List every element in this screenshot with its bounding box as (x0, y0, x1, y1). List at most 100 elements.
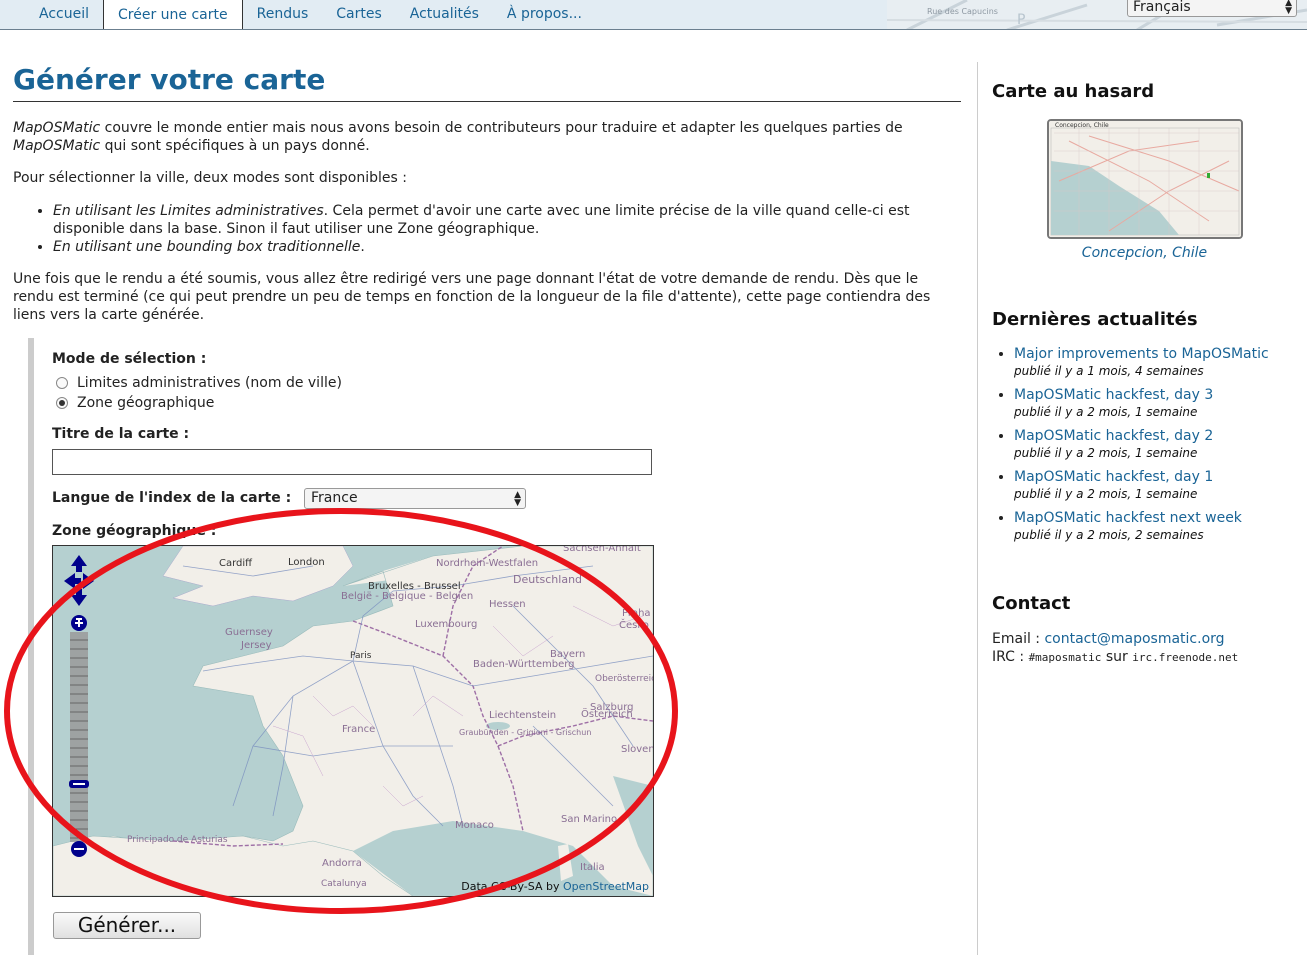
map-label: Česko (619, 620, 649, 631)
map-label: Monaco (455, 820, 494, 831)
tab-a-propos[interactable]: À propos... (493, 0, 596, 29)
radio-zone-label: Zone géographique (77, 395, 215, 411)
main-content: Générer votre carte MapOSMatic couvre le… (13, 60, 961, 323)
mode1-em: En utilisant les Limites administratives (53, 203, 324, 219)
map-viewport[interactable]: Cardiff London Bruxelles - Brussel Belgi… (52, 545, 654, 897)
thumbnail-map: Concepcion, Chile (1049, 121, 1241, 237)
title-input[interactable] (52, 449, 652, 475)
map-label: Andorra (322, 858, 362, 869)
radio-zone-row[interactable]: Zone géographique (56, 395, 214, 411)
mode-label: Mode de sélection : (52, 351, 207, 367)
mode2-em: En utilisant une bounding box traditionn… (53, 239, 361, 255)
map-label: Principado de Asturias (127, 835, 228, 845)
radio-zone[interactable] (56, 397, 68, 409)
intro-paragraph-3: Une fois que le rendu a été soumis, vous… (13, 271, 931, 323)
map-label: Cardiff (219, 558, 253, 569)
news-link[interactable]: MapOSMatic hackfest next week (1014, 510, 1297, 527)
radio-admin-row[interactable]: Limites administratives (nom de ville) (56, 375, 342, 391)
email-label: Email : (992, 631, 1045, 647)
random-map-heading: Carte au hasard (992, 81, 1155, 102)
list-item: En utilisant les Limites administratives… (53, 202, 961, 238)
select-arrows-icon: ▲ ▼ (1285, 0, 1292, 16)
map-label: France (342, 724, 376, 735)
news-link[interactable]: MapOSMatic hackfest, day 2 (1014, 428, 1297, 445)
intro-end: qui sont spécifiques à un pays donné. (100, 138, 370, 154)
news-date: publié il y a 2 mois, 1 semaine (1014, 487, 1198, 501)
tab-actualites[interactable]: Actualités (396, 0, 493, 29)
sidebar-divider (977, 62, 978, 955)
list-item: MapOSMatic hackfest, day 1publié il y a … (1014, 469, 1297, 503)
radio-admin-label: Limites administratives (nom de ville) (77, 375, 342, 391)
contact-heading: Contact (992, 593, 1071, 614)
pan-left-icon (64, 573, 81, 589)
language-select[interactable]: Français ▲ ▼ (1127, 0, 1297, 17)
random-map-thumbnail[interactable]: Concepcion, Chile (1047, 119, 1243, 239)
list-item: MapOSMatic hackfest next weekpublié il y… (1014, 510, 1297, 544)
irc-label: IRC : (992, 649, 1029, 665)
map-label: San Marino (561, 814, 618, 825)
pan-zoom-control[interactable] (63, 554, 95, 864)
news-list: Major improvements to MapOSMaticpublié i… (992, 346, 1297, 551)
pan-down-icon (71, 589, 87, 606)
contact-info: Email : contact@maposmatic.org IRC : #ma… (992, 630, 1238, 667)
osm-link[interactable]: OpenStreetMap (563, 880, 649, 893)
zoom-slider (69, 632, 89, 842)
tab-cartes[interactable]: Cartes (322, 0, 396, 29)
language-select-value: Français (1133, 0, 1191, 15)
street-label: Rue des Capucins (927, 7, 998, 16)
email-link[interactable]: contact@maposmatic.org (1044, 631, 1224, 647)
index-language-select[interactable]: France ▲ ▼ (304, 488, 526, 509)
news-link[interactable]: Major improvements to MapOSMatic (1014, 346, 1297, 363)
intro-paragraph-2: Pour sélectionner la ville, deux modes s… (13, 170, 407, 186)
attribution-text: Data CC-By-SA by (461, 880, 563, 893)
pan-right-icon (83, 573, 94, 589)
radio-admin[interactable] (56, 377, 68, 389)
news-date: publié il y a 2 mois, 1 semaine (1014, 405, 1198, 419)
map-label: Hessen (489, 599, 526, 610)
pan-up-icon (71, 555, 87, 572)
mode2-text: . (360, 239, 365, 255)
map-label: Guernsey (225, 627, 273, 638)
modes-list: En utilisant les Limites administratives… (13, 202, 961, 256)
index-language-label: Langue de l'index de la carte : (52, 490, 292, 506)
map-label: Nordrhein-Westfalen (436, 558, 539, 569)
map-label: Praha (622, 608, 651, 619)
list-item: MapOSMatic hackfest, day 3publié il y a … (1014, 387, 1297, 421)
map-label: Italia (580, 862, 605, 873)
news-date: publié il y a 2 mois, 1 semaine (1014, 446, 1198, 460)
generate-button[interactable]: Générer... (53, 912, 201, 939)
intro-em: MapOSMatic (13, 120, 101, 136)
news-link[interactable]: MapOSMatic hackfest, day 1 (1014, 469, 1297, 486)
news-heading: Dernières actualités (992, 309, 1198, 330)
map-label: Catalunya (321, 879, 367, 889)
map-label: Sachsen-Anhalt (563, 545, 641, 554)
map-label: België - Belgique - Belgien (341, 591, 474, 602)
intro-text: couvre le monde entier mais nous avons b… (100, 120, 903, 136)
map-attribution: Data CC-By-SA by OpenStreetMap (461, 880, 649, 893)
svg-text:P: P (1017, 12, 1025, 28)
map-label: Österreich (581, 709, 633, 720)
list-item: En utilisant une bounding box traditionn… (53, 238, 961, 256)
irc-server: irc.freenode.net (1132, 651, 1239, 664)
map-label: Jersey (241, 640, 272, 651)
list-item: Major improvements to MapOSMaticpublié i… (1014, 346, 1297, 380)
thumbnail-title: Concepcion, Chile (1055, 122, 1109, 129)
tab-accueil[interactable]: Accueil (25, 0, 103, 29)
news-link[interactable]: MapOSMatic hackfest, day 3 (1014, 387, 1297, 404)
map-label: Graubünden - Grigioni - Grischun (459, 728, 592, 737)
irc-channel: #maposmatic (1028, 651, 1102, 664)
map-label: Oberösterreich (595, 674, 653, 684)
map-label: Deutschland (513, 573, 583, 586)
intro-paragraph-1: MapOSMatic couvre le monde entier mais n… (13, 119, 961, 155)
news-date: publié il y a 2 mois, 2 semaines (1014, 528, 1204, 542)
tab-creer-une-carte[interactable]: Créer une carte (103, 0, 243, 29)
map-label: Baden-Württemberg (473, 659, 575, 670)
map-label: Luxembourg (415, 619, 478, 630)
tab-rendus[interactable]: Rendus (243, 0, 323, 29)
zone-label: Zone géographique : (52, 523, 217, 539)
index-language-value: France (311, 490, 358, 506)
irc-sep: sur (1101, 649, 1133, 665)
news-date: publié il y a 1 mois, 4 semaines (1014, 364, 1204, 378)
form-left-bar (28, 338, 34, 955)
random-map-link[interactable]: Concepcion, Chile (992, 245, 1297, 261)
